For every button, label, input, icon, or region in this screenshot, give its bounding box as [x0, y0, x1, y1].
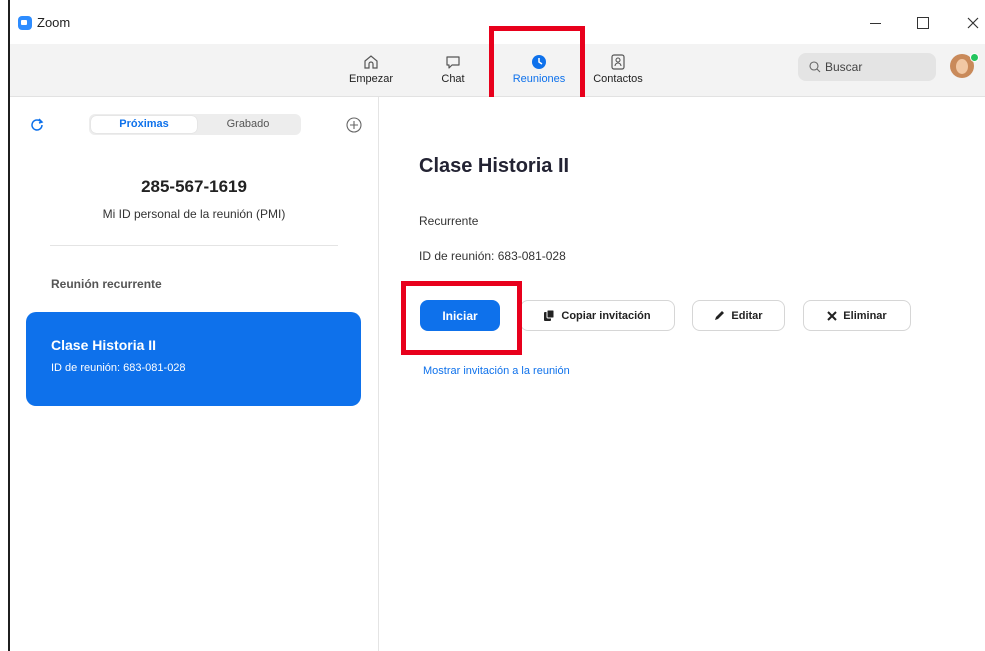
delete-button[interactable]: Eliminar	[803, 300, 911, 331]
app-title: Zoom	[37, 15, 71, 30]
copy-invitation-button[interactable]: Copiar invitación	[520, 300, 675, 331]
edit-button[interactable]: Editar	[692, 300, 785, 331]
x-icon	[827, 310, 838, 321]
close-icon	[967, 17, 979, 29]
search-input[interactable]: Buscar	[798, 53, 936, 81]
search-icon	[809, 61, 821, 73]
divider	[50, 245, 338, 246]
nav-reuniones[interactable]: Reuniones	[509, 50, 569, 92]
avatar-face	[956, 59, 968, 74]
meeting-recurrence: Recurrente	[419, 214, 479, 228]
nav-chat[interactable]: Chat	[423, 50, 483, 92]
section-label-recurring: Reunión recurrente	[51, 277, 162, 291]
meeting-list-item[interactable]: Clase Historia II ID de reunión: 683-081…	[26, 312, 361, 406]
nav-contactos[interactable]: Contactos	[588, 50, 648, 92]
nav-empezar-label: Empezar	[348, 73, 394, 85]
show-invitation-link[interactable]: Mostrar invitación a la reunión	[423, 365, 570, 377]
meeting-list-item-title: Clase Historia II	[51, 337, 157, 353]
pmi-label: Mi ID personal de la reunión (PMI)	[102, 207, 286, 221]
meetings-tab-control: Próximas Grabado	[89, 114, 301, 135]
top-nav-bar: Empezar Chat Reuniones Contactos Buscar	[10, 44, 985, 97]
pmi-number: 285-567-1619	[141, 177, 247, 196]
start-meeting-label: Iniciar	[442, 308, 478, 323]
meeting-id: ID de reunión: 683-081-028	[419, 249, 566, 263]
minimize-button[interactable]	[860, 10, 890, 36]
clock-icon	[532, 55, 546, 69]
nav-reuniones-label: Reuniones	[512, 73, 566, 85]
meeting-title: Clase Historia II	[419, 155, 570, 177]
home-icon	[364, 55, 378, 69]
zoom-window: Zoom Empezar Chat Reuniones Contactos Bu…	[0, 0, 985, 651]
tab-proximas[interactable]: Próximas	[91, 116, 197, 133]
title-bar: Zoom	[10, 0, 985, 46]
copy-invitation-label: Copiar invitación	[561, 309, 651, 322]
refresh-icon[interactable]	[30, 117, 44, 131]
nav-chat-label: Chat	[441, 73, 465, 85]
contact-card-icon	[611, 54, 625, 70]
nav-empezar[interactable]: Empezar	[341, 50, 401, 92]
nav-contactos-label: Contactos	[593, 73, 643, 85]
search-placeholder: Buscar	[825, 60, 863, 74]
meetings-sidebar: Próximas Grabado 285-567-1619 Mi ID pers…	[10, 97, 379, 651]
maximize-icon	[917, 17, 929, 29]
meeting-detail-panel: Clase Historia II Recurrente ID de reuni…	[379, 97, 985, 651]
meeting-list-item-id: ID de reunión: 683-081-028	[51, 362, 186, 374]
copy-icon	[544, 310, 555, 321]
maximize-button[interactable]	[908, 10, 938, 36]
chat-bubble-icon	[446, 56, 460, 69]
pencil-icon	[715, 311, 725, 320]
delete-label: Eliminar	[843, 309, 887, 322]
minimize-icon	[869, 22, 881, 24]
close-button[interactable]	[958, 10, 985, 36]
add-meeting-icon[interactable]	[346, 117, 362, 133]
tab-grabado[interactable]: Grabado	[195, 116, 301, 133]
zoom-logo-icon	[18, 16, 32, 30]
edit-label: Editar	[731, 309, 763, 322]
start-meeting-button[interactable]: Iniciar	[420, 300, 500, 331]
presence-status-dot	[970, 53, 979, 62]
